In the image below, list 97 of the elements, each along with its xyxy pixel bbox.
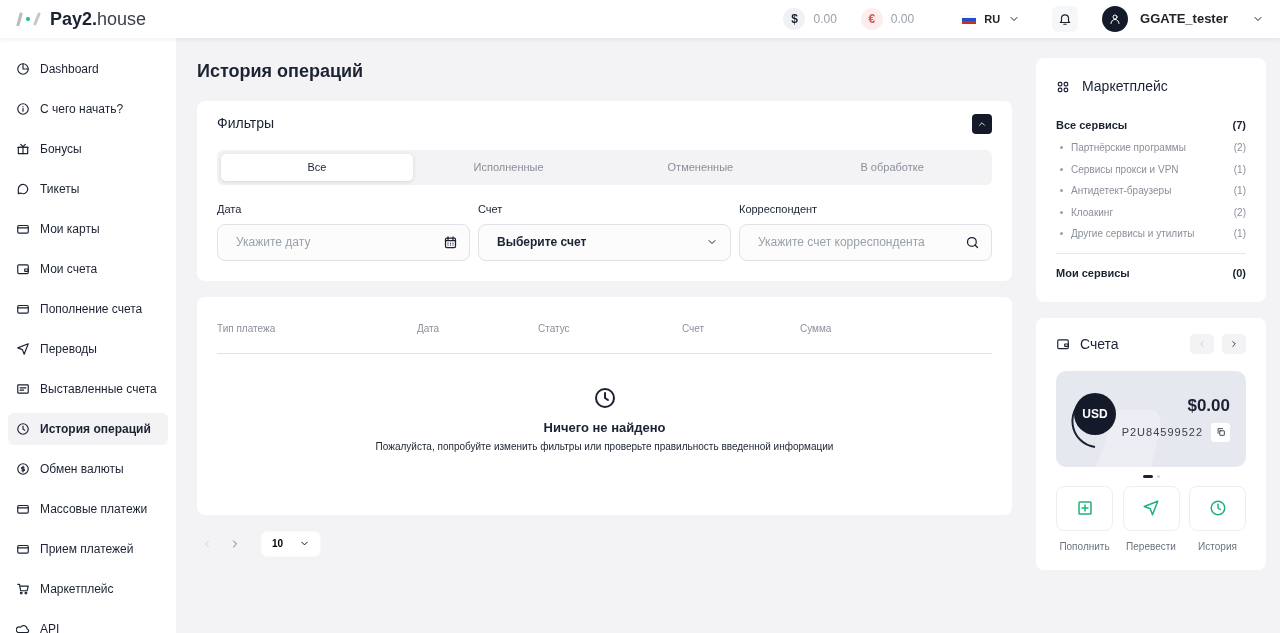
card-icon: [16, 302, 30, 316]
date-field[interactable]: Укажите дату: [217, 223, 470, 261]
person-icon: [1109, 13, 1122, 25]
sidebar-item[interactable]: История операций: [8, 413, 168, 445]
action-label: Перевести: [1126, 539, 1176, 554]
pie-chart-icon: [16, 62, 30, 76]
carousel-dot[interactable]: [1156, 474, 1160, 478]
chevron-left-icon: [1197, 339, 1207, 349]
account-card[interactable]: USD $0.00 P2U84599522: [1056, 370, 1246, 467]
services-link[interactable]: Мои сервисы (0): [1056, 261, 1246, 286]
calendar-icon: [443, 234, 458, 250]
account-select[interactable]: Выберите счет: [478, 223, 731, 261]
sidebar-item[interactable]: Пополнение счета: [8, 293, 168, 325]
empty-state-title: Ничего не найдено: [543, 418, 666, 437]
chat-bubble-icon: [16, 182, 30, 196]
clock-icon: [16, 422, 30, 436]
grid-icon: [1056, 79, 1070, 94]
page-title: История операций: [197, 60, 365, 83]
next-account-button[interactable]: [1222, 334, 1246, 354]
dollar-cycle-icon: [16, 462, 30, 476]
category-link[interactable]: Другие сервисы и утилиты (1): [1056, 223, 1246, 245]
plus-square-icon: [1075, 499, 1094, 517]
sidebar-item[interactable]: Обмен валюты: [8, 453, 168, 485]
sidebar-item[interactable]: Мои счета: [8, 253, 168, 285]
search-icon: [964, 234, 980, 250]
copy-icon: [1215, 427, 1226, 437]
logo-text[interactable]: Pay2.house: [50, 5, 147, 33]
column-header: Сумма: [800, 322, 832, 334]
sidebar-item[interactable]: Переводы: [8, 333, 168, 365]
column-header: Счет: [682, 322, 705, 334]
bullet-icon: [1060, 189, 1063, 193]
russia-flag-icon: [962, 14, 977, 24]
sidebar-item[interactable]: API: [8, 613, 168, 633]
empty-state-message: Пожалуйста, попробуйте изменить фильтры или проверьте правильность введенной информации: [375, 440, 834, 454]
info-icon: [16, 102, 30, 116]
currency-symbol: €: [860, 8, 883, 30]
gift-icon: [16, 142, 30, 156]
column-header: Статус: [538, 322, 570, 334]
marketplace-title: Маркетплейс: [1082, 77, 1168, 96]
sidebar-item[interactable]: С чего начать?: [8, 93, 168, 125]
sidebar-item[interactable]: Мои карты: [8, 213, 168, 245]
accounts-title: Счета: [1080, 334, 1119, 354]
action-label: История: [1198, 539, 1237, 554]
cart-icon: [16, 582, 30, 596]
bullet-icon: [1060, 146, 1063, 150]
column-header: Тип платежа: [217, 322, 276, 334]
language-selector[interactable]: RU: [954, 6, 1029, 32]
sidebar-item[interactable]: Dashboard: [8, 53, 168, 85]
action-button[interactable]: [1189, 485, 1246, 531]
sidebar-item[interactable]: Маркетплейс: [8, 573, 168, 605]
action-label: Пополнить: [1059, 539, 1110, 554]
send-icon: [1142, 499, 1160, 517]
card-icon: [16, 542, 30, 556]
copy-button[interactable]: [1211, 422, 1230, 442]
field-label: Дата: [217, 202, 243, 217]
filter-tab[interactable]: Все: [221, 154, 413, 181]
category-link[interactable]: Антидетект-браузеры (1): [1056, 180, 1246, 202]
category-link[interactable]: Сервисы прокси и VPN (1): [1056, 158, 1246, 180]
category-link[interactable]: Партнёрские программы (2): [1056, 137, 1246, 159]
bullet-icon: [1060, 167, 1063, 171]
services-link[interactable]: Все сервисы (7): [1056, 113, 1246, 137]
sidebar-item[interactable]: Тикеты: [8, 173, 168, 205]
category-link[interactable]: Клоакинг (2): [1056, 201, 1246, 223]
currency-symbol: $: [783, 8, 806, 30]
sidebar-item[interactable]: Массовые платежи: [8, 493, 168, 525]
field-label: Счет: [478, 202, 504, 217]
column-header: Дата: [417, 322, 440, 334]
correspondent-search-field[interactable]: Укажите счет корреспондента: [738, 223, 992, 261]
balance-amount: 0.00: [890, 11, 915, 28]
chevron-right-icon: [1229, 339, 1239, 349]
send-icon: [16, 342, 30, 356]
action-button[interactable]: [1122, 485, 1180, 531]
page-size-select[interactable]: 10: [261, 530, 322, 557]
cloud-icon: [16, 622, 30, 633]
sidebar-item[interactable]: Выставленные счета: [8, 373, 168, 405]
field-label: Корреспондент: [738, 202, 819, 217]
currency-badge: USD: [1074, 392, 1116, 435]
wallet-icon: [1056, 337, 1070, 351]
action-button[interactable]: [1056, 485, 1113, 531]
bell-icon: [1058, 12, 1073, 26]
logo-icon: [16, 12, 42, 26]
clock-icon: [1208, 499, 1227, 517]
wallet-icon: [16, 262, 30, 276]
sidebar-item[interactable]: Бонусы: [8, 133, 168, 165]
balance-amount: 0.00: [813, 11, 837, 28]
card-icon: [16, 222, 30, 236]
sidebar-item[interactable]: Прием платежей: [8, 533, 168, 565]
clock-icon: [592, 385, 617, 410]
user-menu[interactable]: GGATE_tester: [1102, 6, 1264, 32]
bullet-icon: [1060, 210, 1063, 214]
document-icon: [16, 382, 30, 396]
bullet-icon: [1060, 232, 1063, 236]
account-number: P2U84599522: [1121, 424, 1203, 440]
collapse-button[interactable]: [972, 113, 992, 134]
account-balance: $0.00: [1187, 394, 1230, 417]
filters-title: Фильтры: [217, 114, 275, 133]
notifications-button[interactable]: [1052, 6, 1079, 32]
